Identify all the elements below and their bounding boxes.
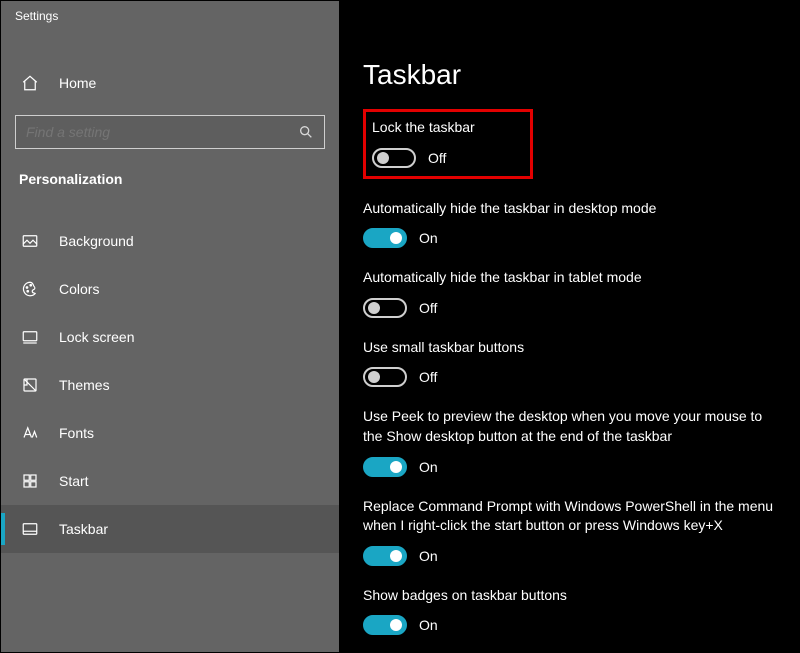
- setting-label: Replace Command Prompt with Windows Powe…: [363, 497, 775, 536]
- lock-screen-icon: [19, 328, 41, 346]
- page-title: Taskbar: [363, 59, 775, 91]
- toggle-row: Off: [372, 148, 522, 168]
- fonts-icon: [19, 424, 41, 442]
- toggle-knob: [390, 232, 402, 244]
- setting-lock-taskbar: Lock the taskbar Off: [363, 109, 533, 179]
- toggle-knob: [390, 550, 402, 562]
- toggle-state-label: On: [419, 617, 438, 633]
- nav-home[interactable]: Home: [1, 61, 339, 105]
- toggle-lock-taskbar[interactable]: [372, 148, 416, 168]
- toggle-show-badges[interactable]: [363, 615, 407, 635]
- setting-autohide-tablet: Automatically hide the taskbar in tablet…: [363, 268, 775, 318]
- sidebar-item-colors[interactable]: Colors: [1, 265, 339, 313]
- selection-indicator: [1, 513, 5, 545]
- sidebar: Settings Home: [1, 1, 339, 652]
- background-icon: [19, 232, 41, 250]
- sidebar-item-label: Background: [59, 233, 134, 249]
- sidebar-item-background[interactable]: Background: [1, 217, 339, 265]
- toggle-knob: [368, 302, 380, 314]
- settings-window: Settings Home: [0, 0, 800, 653]
- toggle-row: On: [363, 228, 775, 248]
- setting-small-buttons: Use small taskbar buttons Off: [363, 338, 775, 388]
- toggle-state-label: On: [419, 459, 438, 475]
- nav-area: Home Personalization Background Colors Loc…: [1, 31, 339, 652]
- setting-label: Automatically hide the taskbar in tablet…: [363, 268, 775, 288]
- settings-list: Lock the taskbar Off Automatically hide th…: [363, 109, 775, 635]
- toggle-state-label: Off: [419, 369, 437, 385]
- colors-icon: [19, 280, 41, 298]
- sidebar-item-label: Start: [59, 473, 89, 489]
- window-title: Settings: [1, 1, 339, 31]
- sidebar-item-themes[interactable]: Themes: [1, 361, 339, 409]
- toggle-row: On: [363, 457, 775, 477]
- toggle-autohide-tablet[interactable]: [363, 298, 407, 318]
- sidebar-item-taskbar[interactable]: Taskbar: [1, 505, 339, 553]
- sidebar-item-lock-screen[interactable]: Lock screen: [1, 313, 339, 361]
- toggle-replace-cmd[interactable]: [363, 546, 407, 566]
- section-label: Personalization: [1, 159, 339, 197]
- sidebar-item-label: Themes: [59, 377, 110, 393]
- toggle-state-label: Off: [428, 150, 446, 166]
- content: Taskbar Lock the taskbar Off Automatically…: [339, 1, 799, 652]
- toggle-state-label: Off: [419, 300, 437, 316]
- toggle-knob: [390, 461, 402, 473]
- sidebar-item-label: Colors: [59, 281, 99, 297]
- setting-label: Use small taskbar buttons: [363, 338, 775, 358]
- toggle-knob: [390, 619, 402, 631]
- toggle-knob: [368, 371, 380, 383]
- nav-home-label: Home: [59, 75, 96, 91]
- setting-label: Automatically hide the taskbar in deskto…: [363, 199, 775, 219]
- setting-show-badges: Show badges on taskbar buttons On: [363, 586, 775, 636]
- search-input[interactable]: [26, 124, 298, 140]
- themes-icon: [19, 376, 41, 394]
- toggle-row: On: [363, 615, 775, 635]
- taskbar-icon: [19, 520, 41, 538]
- toggle-state-label: On: [419, 230, 438, 246]
- search-icon: [298, 124, 314, 140]
- setting-autohide-desktop: Automatically hide the taskbar in deskto…: [363, 199, 775, 249]
- search-wrap: [15, 115, 325, 149]
- home-icon: [19, 74, 41, 92]
- sidebar-item-label: Fonts: [59, 425, 94, 441]
- toggle-row: Off: [363, 298, 775, 318]
- setting-label: Lock the taskbar: [372, 118, 522, 138]
- toggle-use-peek[interactable]: [363, 457, 407, 477]
- sidebar-item-start[interactable]: Start: [1, 457, 339, 505]
- toggle-knob: [377, 152, 389, 164]
- toggle-row: On: [363, 546, 775, 566]
- setting-label: Use Peek to preview the desktop when you…: [363, 407, 775, 446]
- search-box[interactable]: [15, 115, 325, 149]
- setting-use-peek: Use Peek to preview the desktop when you…: [363, 407, 775, 476]
- start-icon: [19, 472, 41, 490]
- toggle-state-label: On: [419, 548, 438, 564]
- setting-replace-cmd: Replace Command Prompt with Windows Powe…: [363, 497, 775, 566]
- sidebar-item-label: Taskbar: [59, 521, 108, 537]
- toggle-small-buttons[interactable]: [363, 367, 407, 387]
- setting-label: Show badges on taskbar buttons: [363, 586, 775, 606]
- toggle-autohide-desktop[interactable]: [363, 228, 407, 248]
- sidebar-item-label: Lock screen: [59, 329, 134, 345]
- toggle-row: Off: [363, 367, 775, 387]
- nav-list: Background Colors Lock screen Themes Fonts St…: [1, 217, 339, 553]
- sidebar-item-fonts[interactable]: Fonts: [1, 409, 339, 457]
